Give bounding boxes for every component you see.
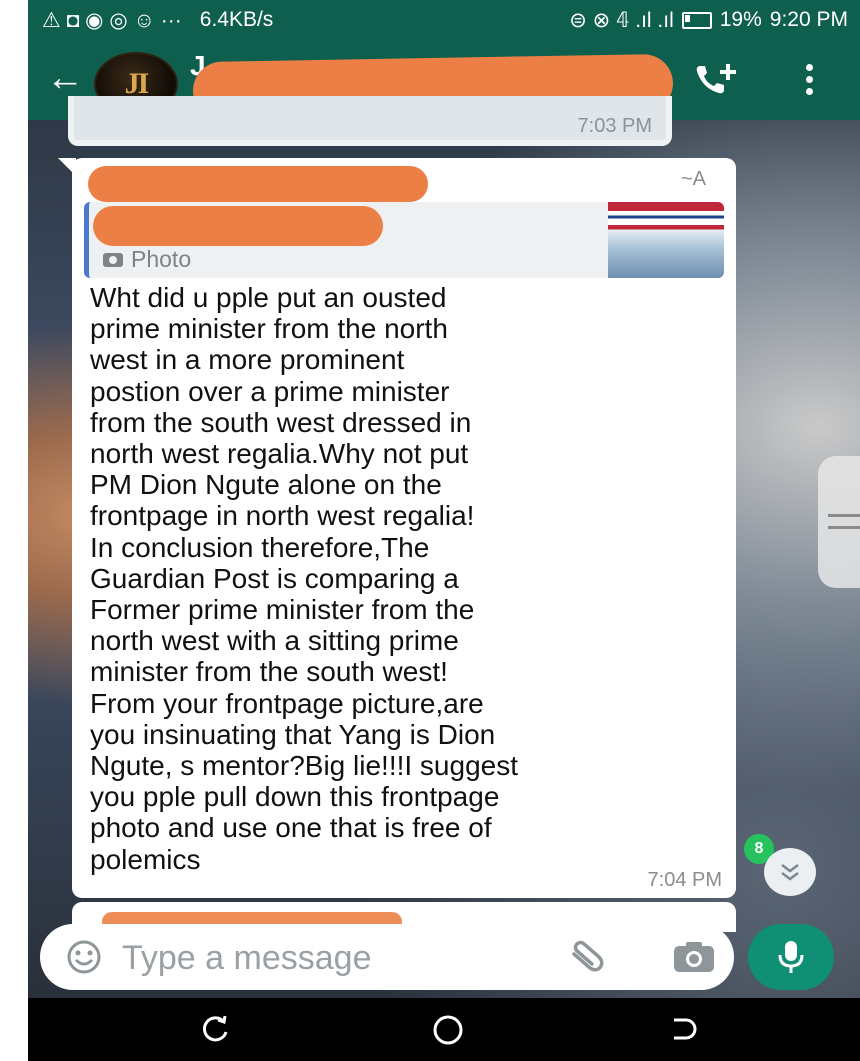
notification-icons: ⚠ ◘ ◉ ◎ ☺ ··· <box>42 8 182 32</box>
more-vert-icon[interactable] <box>804 64 814 100</box>
sender-name: ~A <box>680 168 706 190</box>
quoted-type: Photo <box>131 246 192 272</box>
camera-icon[interactable] <box>672 940 716 974</box>
message-composer <box>40 924 734 990</box>
microphone-glyph <box>778 941 804 973</box>
system-nav-bar <box>28 998 860 1061</box>
mic-icon[interactable] <box>748 924 834 990</box>
battery-level: 19% <box>719 8 762 31</box>
emoji-icon[interactable] <box>66 939 102 975</box>
phone-screen: ⚠ ◘ ◉ ◎ ☺ ··· 6.4KB/s ⊜ ⊗ 𝟜 .ıl .ıl 19% … <box>28 0 860 1061</box>
arrow-left-icon[interactable]: ← <box>46 58 84 98</box>
previous-message-time: 7:03 PM <box>577 115 652 137</box>
add-call-icon[interactable] <box>692 60 740 100</box>
status-bar: ⚠ ◘ ◉ ◎ ☺ ··· 6.4KB/s ⊜ ⊗ 𝟜 .ıl .ıl 19% … <box>28 0 860 40</box>
quoted-label: Photo <box>103 246 191 273</box>
sender-redaction <box>88 166 428 202</box>
side-handle[interactable] <box>818 456 860 588</box>
message-input[interactable] <box>120 932 524 984</box>
status-left: ⚠ ◘ ◉ ◎ ☺ ··· 6.4KB/s <box>42 8 273 33</box>
quoted-thumbnail <box>608 202 724 278</box>
signal-icons: ⊜ ⊗ 𝟜 .ıl .ıl <box>569 8 674 32</box>
battery-icon <box>681 11 712 29</box>
message-text: Wht did u pple put an ousted prime minis… <box>90 282 518 875</box>
recents-icon[interactable] <box>198 1012 232 1046</box>
message-bubble[interactable]: ~A Photo Wht did u pple put an ousted pr… <box>72 158 736 898</box>
home-icon[interactable] <box>430 1012 466 1048</box>
chat-area[interactable]: 7:03 PM ~A Photo Wht did u pple put an o… <box>28 96 860 998</box>
camera-icon <box>103 252 123 267</box>
clock: 9:20 PM <box>769 8 848 31</box>
status-right: ⊜ ⊗ 𝟜 .ıl .ıl 19% 9:20 PM <box>569 8 848 33</box>
quoted-message[interactable]: Photo <box>84 202 724 278</box>
back-icon[interactable] <box>666 1012 700 1046</box>
quote-redaction <box>93 206 383 246</box>
network-speed: 6.4KB/s <box>199 8 274 31</box>
previous-message-bubble[interactable]: 7:03 PM <box>68 96 672 146</box>
double-chevron-down-icon[interactable] <box>764 848 816 896</box>
message-time: 7:04 PM <box>647 869 722 891</box>
paperclip-icon[interactable] <box>568 940 608 974</box>
chevron-down-icon <box>781 864 799 881</box>
